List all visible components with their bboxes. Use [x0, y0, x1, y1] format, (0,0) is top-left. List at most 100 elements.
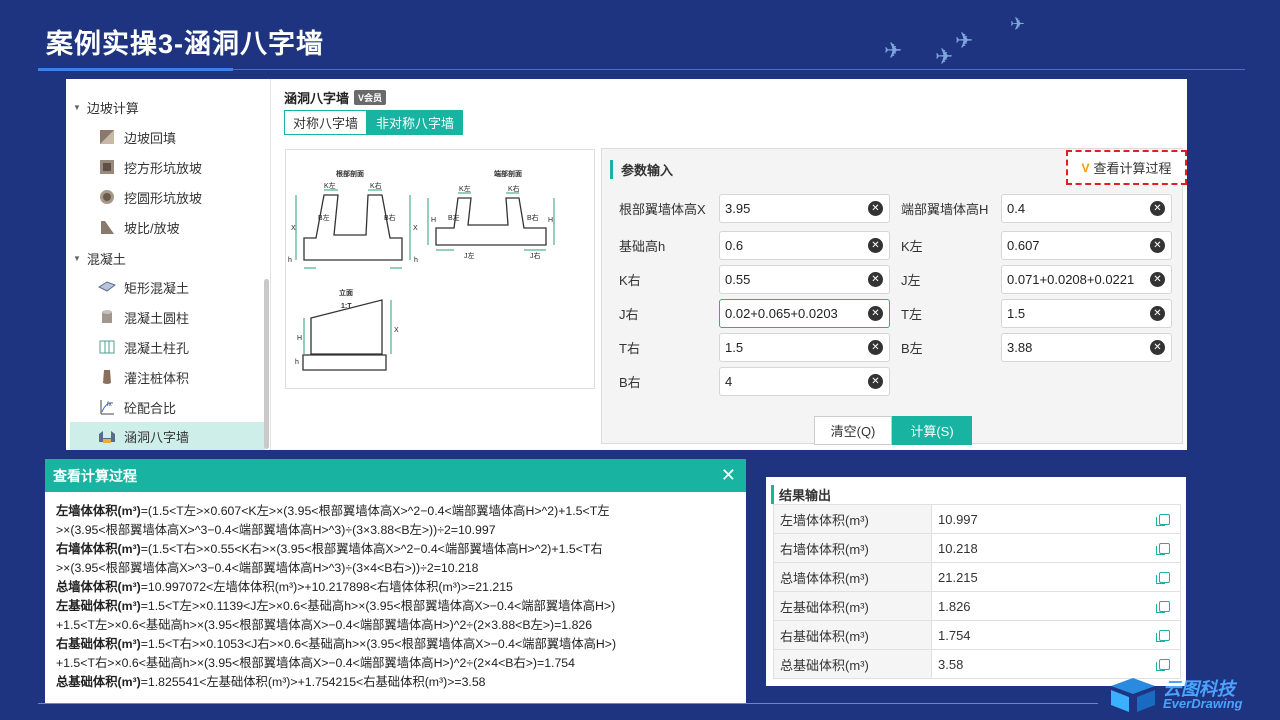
sidebar-item-culvert-wall[interactable]: 涵洞八字墙	[70, 422, 265, 450]
slide-title: 案例实操3-涵洞八字墙	[46, 29, 325, 59]
sidebar-scrollbar[interactable]	[264, 279, 269, 449]
clear-icon[interactable]: ✕	[1150, 201, 1165, 216]
column-hole-icon	[98, 338, 116, 356]
clear-icon[interactable]: ✕	[1150, 272, 1165, 287]
calc-line: 总基础体积(m³)=1.825541<左基础体积(m³)>+1.754215<右…	[56, 675, 486, 689]
sidebar-item-rect-concrete[interactable]: 矩形混凝土	[70, 273, 265, 301]
clear-icon[interactable]: ✕	[868, 238, 883, 253]
j-right-input[interactable]: 0.02+0.065+0.0203 ✕	[719, 299, 890, 328]
clear-button[interactable]: 清空(Q)	[814, 416, 892, 445]
t-right-input[interactable]: 1.5 ✕	[719, 333, 890, 362]
tab-symmetric[interactable]: 对称八字墙	[284, 110, 368, 135]
clear-icon[interactable]: ✕	[1150, 238, 1165, 253]
t-left-input[interactable]: 1.5 ✕	[1001, 299, 1172, 328]
close-icon[interactable]: ✕	[721, 465, 736, 486]
svg-text:h: h	[295, 359, 299, 366]
clear-icon[interactable]: ✕	[868, 306, 883, 321]
copy-icon[interactable]	[1156, 600, 1170, 613]
b-left-input[interactable]: 3.88 ✕	[1001, 333, 1172, 362]
copy-icon[interactable]	[1156, 571, 1170, 584]
square-pit-icon	[98, 158, 116, 176]
end-height-input[interactable]: 0.4 ✕	[1001, 194, 1172, 223]
clear-icon[interactable]: ✕	[1150, 306, 1165, 321]
svg-text:fx: fx	[107, 402, 112, 408]
copy-icon[interactable]	[1156, 658, 1170, 671]
sidebar-item-pile-volume[interactable]: 灌注桩体积	[70, 363, 265, 391]
svg-text:B左: B左	[448, 213, 460, 222]
result-value: 10.997	[931, 504, 1181, 534]
copy-icon[interactable]	[1156, 513, 1170, 526]
svg-text:K左: K左	[459, 184, 471, 193]
calculator-window: ▼ 边坡计算 边坡回填 挖方形坑放坡 挖圆形坑放坡 坡比/放坡 ▼ 混凝土 矩形混凝…	[66, 79, 1187, 450]
calc-line: >×(3.95<根部翼墙体高X>^3−0.4<端部翼墙体高H>^3)÷(3×3.…	[56, 523, 496, 537]
vip-icon: V	[1081, 160, 1090, 175]
field-row: T右 1.5 ✕	[619, 333, 890, 362]
k-right-input[interactable]: 0.55 ✕	[719, 265, 890, 294]
param-input-panel: 参数输入 V 查看计算过程 根部翼墙体高X 3.95 ✕ 端部翼墙体高H 0.4 ✕ 基础…	[601, 148, 1187, 445]
field-row: B左 3.88 ✕	[901, 333, 1172, 362]
tab-bar: 对称八字墙 非对称八字墙	[284, 110, 464, 135]
result-value: 1.826	[931, 591, 1181, 621]
param-header: 参数输入	[610, 160, 673, 179]
svg-text:B左: B左	[318, 213, 330, 222]
result-label: 右基础体积(m³)	[773, 620, 932, 650]
sidebar: ▼ 边坡计算 边坡回填 挖方形坑放坡 挖圆形坑放坡 坡比/放坡 ▼ 混凝土 矩形混凝…	[66, 79, 271, 450]
clear-icon[interactable]: ✕	[868, 272, 883, 287]
slope-fill-icon	[98, 128, 116, 146]
j-left-input[interactable]: 0.071+0.0208+0.0221 ✕	[1001, 265, 1172, 294]
svg-text:h: h	[414, 257, 418, 264]
result-table: 左墙体体积(m³) 10.997 右墙体体积(m³) 10.218 总墙体体积(m³) 2…	[773, 504, 1181, 679]
svg-text:H: H	[548, 217, 553, 224]
svg-text:H: H	[297, 335, 302, 342]
copy-icon[interactable]	[1156, 629, 1170, 642]
b-right-input[interactable]: 4 ✕	[719, 367, 890, 396]
sidebar-item-square-pit[interactable]: 挖方形坑放坡	[70, 153, 265, 181]
pile-icon	[98, 368, 116, 386]
view-process-button[interactable]: V 查看计算过程	[1066, 150, 1187, 185]
calc-line: 左基础体积(m³)=1.5<T左>×0.1139<J左>×0.6<基础高h>×(…	[56, 599, 616, 613]
calc-line: +1.5<T右>×0.6<基础高h>×(3.95<根部翼墙体高X>−0.4<端部…	[56, 656, 575, 670]
field-row: T左 1.5 ✕	[901, 299, 1172, 328]
svg-text:J右: J右	[530, 251, 541, 260]
result-row: 右基础体积(m³) 1.754	[773, 620, 1181, 650]
calc-line: 右基础体积(m³)=1.5<T右>×0.1053<J右>×0.6<基础高h>×(…	[56, 637, 617, 651]
field-row: 端部翼墙体高H 0.4 ✕	[901, 194, 1172, 223]
caret-down-icon: ▼	[73, 103, 81, 112]
clear-icon[interactable]: ✕	[868, 201, 883, 216]
bird-icon: ✈	[935, 44, 954, 69]
main-panel: 涵洞八字墙 V会员 对称八字墙 非对称八字墙 根部剖面 端部剖面 立面 1:T X…	[278, 79, 1187, 450]
svg-text:B右: B右	[527, 213, 539, 222]
sidebar-group-slope[interactable]: ▼ 边坡计算	[73, 98, 139, 117]
result-value: 1.754	[931, 620, 1181, 650]
bird-icon: ✈	[1010, 14, 1026, 34]
calc-line: 右墙体体积(m³)=(1.5<T右>×0.55<K右>×(3.95<根部翼墙体高…	[56, 542, 603, 556]
copy-icon[interactable]	[1156, 542, 1170, 555]
field-row: J右 0.02+0.065+0.0203 ✕	[619, 299, 890, 328]
calculate-button[interactable]: 计算(S)	[892, 416, 972, 445]
culvert-vip-icon	[98, 427, 116, 445]
sidebar-item-mix-ratio[interactable]: fx 砼配合比	[70, 393, 265, 421]
title-accent	[38, 68, 233, 71]
calc-process-dialog: 查看计算过程 ✕ 左墙体体积(m³)=(1.5<T左>×0.607<K左>×(3.…	[45, 459, 746, 703]
sidebar-item-column-hole[interactable]: 混凝土柱孔	[70, 333, 265, 361]
clear-icon[interactable]: ✕	[868, 374, 883, 389]
clear-icon[interactable]: ✕	[1150, 340, 1165, 355]
tab-asymmetric[interactable]: 非对称八字墙	[367, 110, 464, 135]
slope-ratio-icon	[98, 218, 116, 236]
result-label: 左墙体体积(m³)	[773, 504, 932, 534]
svg-text:J左: J左	[464, 251, 475, 260]
calc-line: +1.5<T左>×0.6<基础高h>×(3.95<根部翼墙体高X>−0.4<端部…	[56, 618, 593, 632]
root-height-input[interactable]: 3.95 ✕	[719, 194, 890, 223]
k-left-input[interactable]: 0.607 ✕	[1001, 231, 1172, 260]
sidebar-item-round-pit[interactable]: 挖圆形坑放坡	[70, 183, 265, 211]
culvert-drawing: X Xh h H H B左 B右 B左 B右 K左 K右 K左 K右 J左 J右 X Hh	[288, 181, 555, 371]
sidebar-group-concrete[interactable]: ▼ 混凝土	[73, 249, 126, 268]
sidebar-item-concrete-column[interactable]: 混凝土圆柱	[70, 303, 265, 331]
sidebar-item-slope-ratio[interactable]: 坡比/放坡	[70, 213, 265, 241]
clear-icon[interactable]: ✕	[868, 340, 883, 355]
sidebar-item-slope-fill[interactable]: 边坡回填	[70, 123, 265, 151]
company-logo: 云图科技 EverDrawing	[1107, 674, 1252, 714]
base-height-input[interactable]: 0.6 ✕	[719, 231, 890, 260]
svg-text:K右: K右	[370, 181, 382, 190]
result-value: 21.215	[931, 562, 1181, 592]
